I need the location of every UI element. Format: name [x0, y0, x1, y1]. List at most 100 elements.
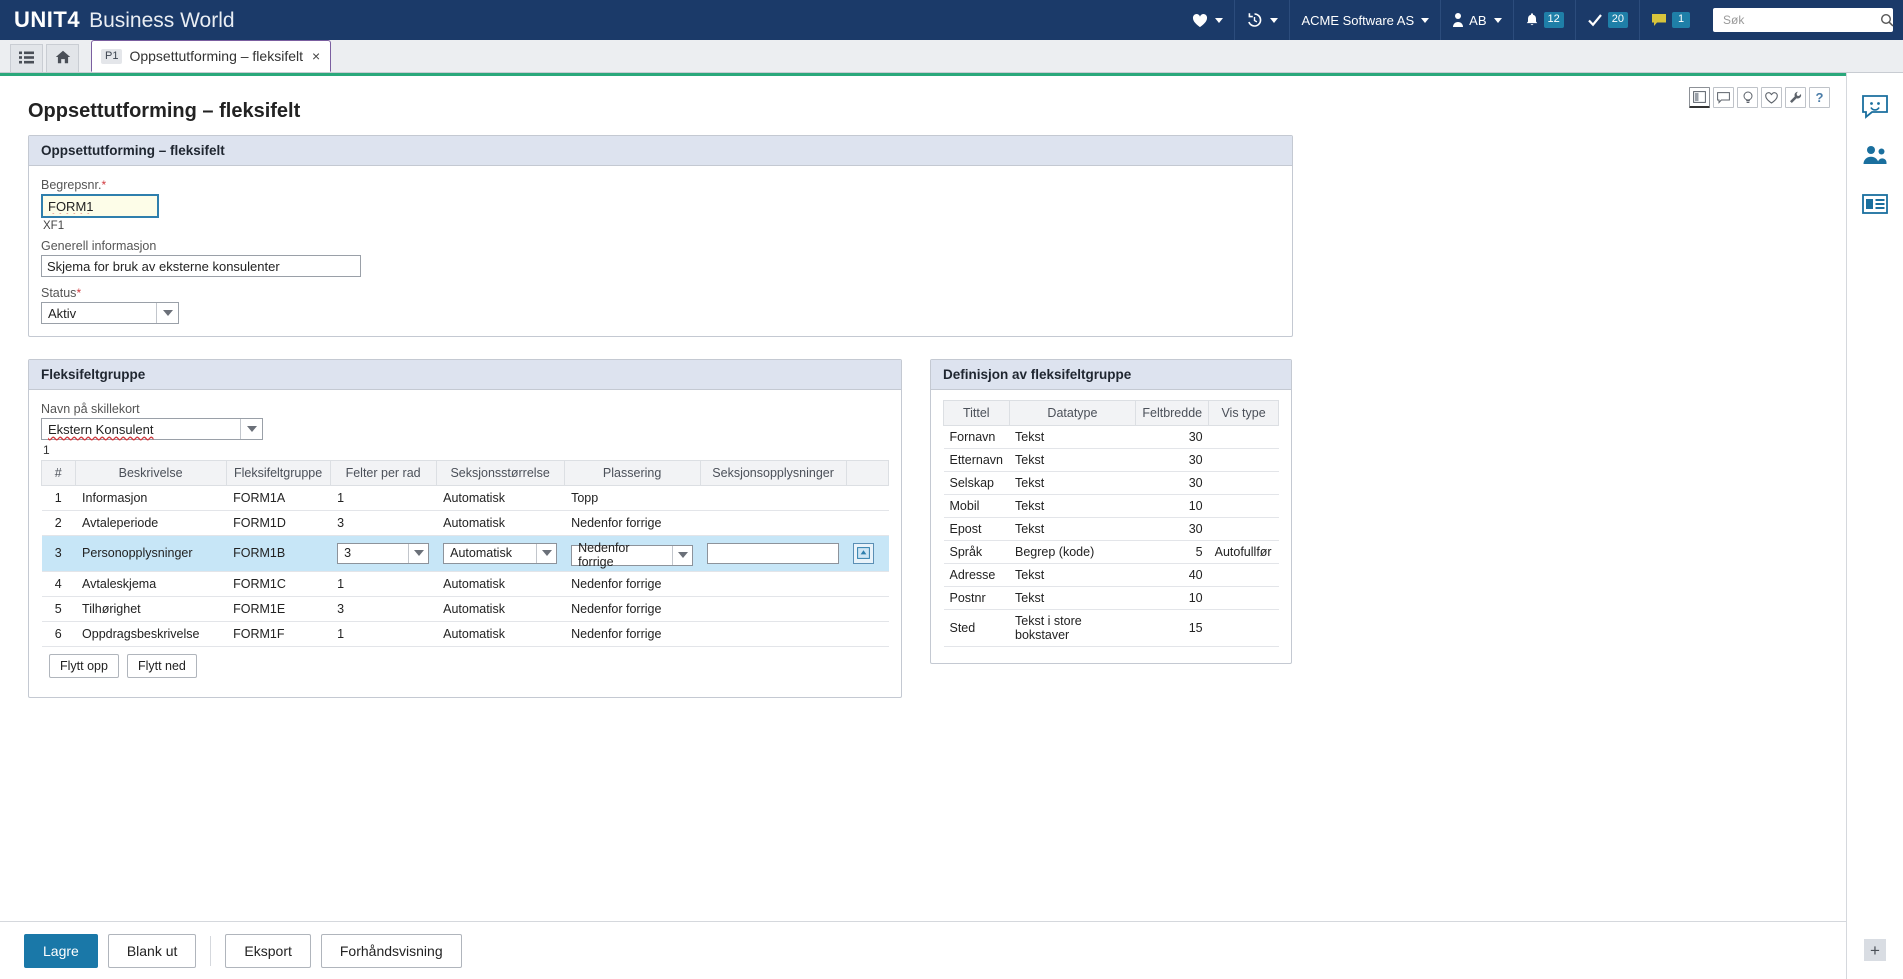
- cell-plassering: Topp: [564, 485, 701, 511]
- plus-icon[interactable]: +: [1864, 939, 1886, 961]
- cell-seksjonsopplysninger: [700, 571, 847, 597]
- search-input[interactable]: [1721, 12, 1880, 28]
- cell-seksjonsstorrelse-editor[interactable]: Automatisk: [436, 535, 565, 572]
- clear-button[interactable]: Blank ut: [107, 933, 197, 968]
- table-row[interactable]: 2 Avtaleperiode FORM1D 3 Automatisk Nede…: [41, 510, 889, 536]
- status-label: Status*: [41, 286, 1280, 300]
- generell-informasjon-input[interactable]: [41, 255, 361, 277]
- skillekort-select-chevron[interactable]: [240, 419, 262, 439]
- table-row[interactable]: 5 Tilhørighet FORM1E 3 Automatisk Nedenf…: [41, 596, 889, 622]
- cell-tittel: Etternavn: [943, 448, 1010, 472]
- col-datatype[interactable]: Datatype: [1008, 400, 1137, 426]
- people-icon[interactable]: [1862, 144, 1888, 171]
- home-button[interactable]: [46, 44, 79, 72]
- col-fleksifeltgruppe[interactable]: Fleksifeltgruppe: [225, 460, 331, 486]
- page-title: Oppsettutforming – fleksifelt: [28, 100, 301, 122]
- comment-icon[interactable]: [1713, 87, 1734, 108]
- col-seksjonsopplysninger[interactable]: Seksjonsopplysninger: [699, 460, 847, 486]
- table-row[interactable]: Mobil Tekst 10: [943, 494, 1279, 518]
- chevron-down-icon: [162, 310, 173, 316]
- col-feltbredde[interactable]: Feltbredde: [1135, 400, 1210, 426]
- seksjonsstorrelse-select[interactable]: Automatisk: [443, 542, 558, 564]
- history-menu[interactable]: [1234, 0, 1289, 40]
- cell-beskrivelse: Tilhørighet: [75, 596, 227, 622]
- begrepsnr-label: Begrepsnr.*: [41, 178, 1280, 192]
- cell-fleksifeltgruppe: FORM1C: [226, 571, 331, 597]
- global-search[interactable]: [1713, 8, 1894, 32]
- save-button[interactable]: Lagre: [24, 933, 98, 968]
- help-icon[interactable]: ?: [1809, 87, 1830, 108]
- cell-vis-type: [1208, 448, 1279, 472]
- plassering-select[interactable]: Nedenfor forrige: [571, 541, 694, 569]
- user-icon: [1452, 12, 1464, 28]
- col-seksjonsstorrelse[interactable]: Seksjonsstørrelse: [435, 460, 565, 486]
- plassering-chevron[interactable]: [672, 545, 692, 565]
- oppsettutforming-panel: Oppsettutforming – fleksifelt Begrepsnr.…: [28, 135, 1293, 337]
- col-vis-type[interactable]: Vis type: [1208, 400, 1279, 426]
- preview-button[interactable]: Forhåndsvisning: [320, 933, 462, 968]
- begrepsnr-input[interactable]: [41, 194, 159, 218]
- chevron-down-icon: [1493, 17, 1502, 23]
- status-select[interactable]: Aktiv: [41, 302, 179, 324]
- cell-seksjonsopplysninger-editor[interactable]: [700, 535, 847, 572]
- cell-feltbredde: 30: [1135, 448, 1209, 472]
- table-row[interactable]: Epost Tekst 30: [943, 517, 1279, 541]
- cell-plassering-editor[interactable]: Nedenfor forrige: [564, 535, 701, 572]
- favorites-menu[interactable]: [1181, 0, 1234, 40]
- seksjonsstorrelse-chevron[interactable]: [536, 543, 556, 563]
- cell-actions[interactable]: [846, 535, 889, 572]
- split-view-icon[interactable]: [1689, 87, 1710, 108]
- brand-logo: UNIT4 Business World: [14, 7, 235, 33]
- felter-per-rad-chevron[interactable]: [408, 543, 428, 563]
- user-menu[interactable]: AB: [1440, 0, 1512, 40]
- table-row[interactable]: Adresse Tekst 40: [943, 563, 1279, 587]
- table-row[interactable]: Postnr Tekst 10: [943, 586, 1279, 610]
- cell-vis-type: [1208, 425, 1279, 449]
- notes-icon[interactable]: [1862, 193, 1888, 218]
- cell-tittel: Adresse: [943, 563, 1010, 587]
- cell-seksjonsstorrelse: Automatisk: [436, 596, 565, 622]
- lightbulb-icon[interactable]: [1737, 87, 1758, 108]
- table-row[interactable]: Etternavn Tekst 30: [943, 448, 1279, 472]
- skillekort-select[interactable]: Ekstern Konsulent: [41, 418, 263, 440]
- heart-icon[interactable]: [1761, 87, 1782, 108]
- col-tittel[interactable]: Tittel: [943, 400, 1010, 426]
- tab-oppsettutforming-fleksifelt[interactable]: P1 Oppsettutforming – fleksifelt ×: [91, 40, 332, 72]
- company-selector[interactable]: ACME Software AS: [1289, 0, 1440, 40]
- message-icon: [1651, 13, 1667, 27]
- seksjonsopplysninger-input[interactable]: [707, 542, 840, 564]
- cell-seksjonsstorrelse: Automatisk: [436, 510, 565, 536]
- wrench-icon[interactable]: [1785, 87, 1806, 108]
- felter-per-rad-select[interactable]: 3: [337, 542, 430, 564]
- table-row[interactable]: 6 Oppdragsbeskrivelse FORM1F 1 Automatis…: [41, 621, 889, 647]
- table-row[interactable]: 4 Avtaleskjema FORM1C 1 Automatisk Neden…: [41, 571, 889, 597]
- table-row[interactable]: Sted Tekst i store bokstaver 15: [943, 609, 1279, 647]
- status-select-chevron[interactable]: [156, 303, 178, 323]
- search-icon[interactable]: [1880, 13, 1894, 27]
- chevron-down-icon: [677, 552, 688, 558]
- table-row-selected[interactable]: 3 Personopplysninger FORM1B 3 Automatisk…: [41, 535, 889, 572]
- move-up-button[interactable]: Flytt opp: [49, 653, 119, 678]
- table-row[interactable]: 1 Informasjon FORM1A 1 Automatisk Topp: [41, 485, 889, 511]
- col-beskrivelse[interactable]: Beskrivelse: [74, 460, 227, 486]
- col-felter-per-rad[interactable]: Felter per rad: [329, 460, 437, 486]
- messages-button[interactable]: 1: [1639, 0, 1701, 40]
- lookup-icon[interactable]: [853, 542, 875, 564]
- move-down-button[interactable]: Flytt ned: [126, 653, 197, 678]
- notifications-button[interactable]: 12: [1512, 0, 1575, 40]
- chevron-down-icon: [246, 426, 257, 432]
- tasks-button[interactable]: 20: [1574, 0, 1639, 40]
- table-row[interactable]: Fornavn Tekst 30: [943, 425, 1279, 449]
- export-button[interactable]: Eksport: [225, 933, 311, 968]
- chat-smiley-icon[interactable]: [1862, 95, 1888, 122]
- col-plassering[interactable]: Plassering: [563, 460, 701, 486]
- chevron-down-icon: [541, 550, 552, 557]
- table-row[interactable]: Selskap Tekst 30: [943, 471, 1279, 495]
- close-icon[interactable]: ×: [312, 48, 320, 64]
- cell-vis-type: [1208, 494, 1279, 518]
- menu-button[interactable]: [10, 44, 43, 72]
- cell-felter-per-rad-editor[interactable]: 3: [330, 535, 437, 572]
- table-row[interactable]: Språk Begrep (kode) 5 Autofullfør: [943, 540, 1279, 564]
- col-number[interactable]: #: [41, 460, 76, 486]
- history-icon: [1246, 12, 1263, 28]
